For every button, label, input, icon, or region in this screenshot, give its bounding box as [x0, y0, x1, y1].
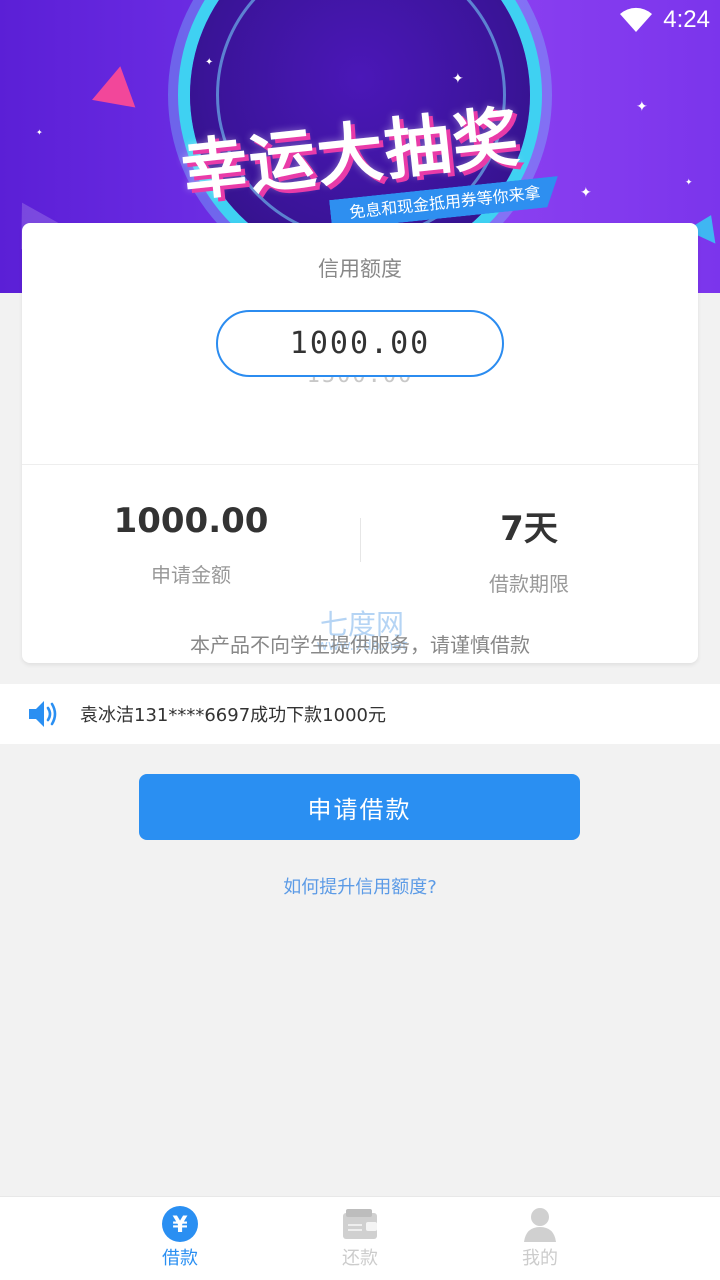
bottom-tab-bar: ¥ 借款 还款 我的 [0, 1196, 720, 1280]
raise-credit-limit-link[interactable]: 如何提升信用额度? [0, 873, 720, 899]
loan-marquee: 袁冰洁131****6697成功下款1000元 [0, 684, 720, 744]
sparkle-icon: ✦ [685, 178, 693, 188]
sparkle-icon: ✦ [636, 99, 648, 115]
user-icon [524, 1208, 556, 1242]
yen-icon: ¥ [162, 1206, 198, 1242]
loan-term-label: 借款期限 [489, 572, 569, 596]
status-time: 4:24 [663, 6, 710, 33]
pink-triangle-decoration [92, 62, 142, 108]
apply-amount-value: 1000.00 [113, 501, 269, 541]
status-bar: 4:24 [0, 0, 720, 40]
loan-term-value: 7天 [500, 509, 558, 549]
tab-repay[interactable]: 还款 [300, 1205, 420, 1270]
sparkle-icon: ✦ [205, 57, 214, 68]
tab-repay-label: 还款 [342, 1248, 378, 1269]
app-screen: ✦ ✦ ✦ ✦ ✦ ✦ 幸运大抽奖 免息和现金抵用券等你来拿 4:24 信用额度… [0, 0, 720, 1280]
wifi-icon [620, 7, 653, 32]
credit-limit-label: 信用额度 [318, 257, 402, 281]
sparkle-icon: ✦ [452, 71, 464, 87]
sparkle-icon: ✦ [36, 128, 43, 137]
tab-mine-label: 我的 [522, 1248, 558, 1269]
divider [22, 464, 698, 465]
loan-term-stat: 7天 借款期限 [360, 501, 698, 597]
apply-amount-stat: 1000.00 申请金额 [22, 501, 360, 588]
tab-borrow-label: 借款 [162, 1248, 198, 1269]
tab-mine[interactable]: 我的 [480, 1205, 600, 1270]
apply-loan-button[interactable]: 申请借款 [139, 774, 580, 840]
speaker-icon [29, 701, 57, 727]
svg-text:¥: ¥ [172, 1213, 188, 1238]
credit-card: 信用额度 1500.00 1000.00 1000.00 申请金额 7天 借款期… [22, 223, 698, 663]
marquee-message: 袁冰洁131****6697成功下款1000元 [80, 705, 386, 726]
tab-borrow[interactable]: ¥ 借款 [120, 1205, 240, 1270]
apply-amount-label: 申请金额 [151, 563, 231, 587]
amount-picker-selected[interactable]: 1000.00 [216, 310, 504, 377]
sparkle-icon: ✦ [580, 185, 592, 201]
student-notice: 本产品不向学生提供服务，请谨慎借款 [190, 633, 530, 657]
wallet-icon [343, 1209, 377, 1239]
